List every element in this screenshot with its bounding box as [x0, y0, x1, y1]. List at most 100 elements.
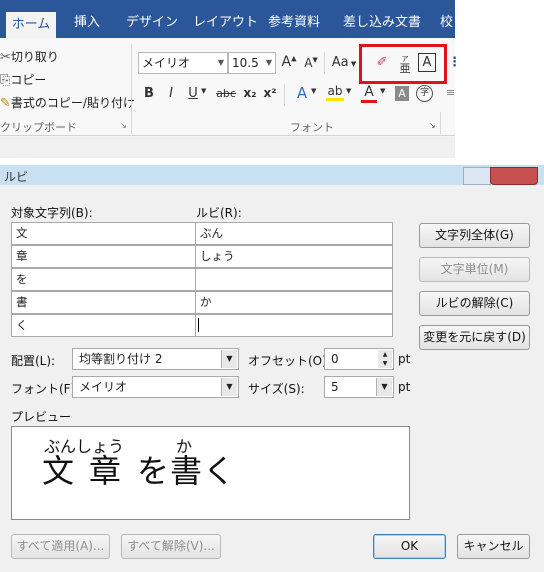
- chevron-down-icon[interactable]: ▼: [311, 87, 316, 95]
- preview-char-ku: く: [203, 452, 236, 490]
- base-text-cell[interactable]: 章: [11, 245, 196, 268]
- paintbrush-icon: ✎: [0, 96, 11, 111]
- character-shading-button[interactable]: A: [395, 86, 409, 101]
- clipboard-group-label: クリップボード: [0, 121, 77, 134]
- copy-button[interactable]: ⎘コピー: [0, 71, 46, 88]
- highlight-button[interactable]: ab: [326, 84, 344, 101]
- preview-char-wo: を: [137, 452, 170, 490]
- preview-char-kaku: 書: [170, 452, 203, 490]
- font-color-button[interactable]: A: [361, 84, 377, 103]
- tab-references[interactable]: 参考資料: [268, 0, 320, 38]
- base-text-cell[interactable]: を: [11, 268, 196, 291]
- font-select[interactable]: メイリオ ▼: [72, 376, 239, 398]
- shrink-font-button[interactable]: A▼: [302, 56, 320, 70]
- superscript-button[interactable]: x²: [262, 86, 278, 100]
- apply-all-button[interactable]: すべて適用(A)...: [11, 534, 110, 559]
- base-text-cell[interactable]: く: [11, 314, 196, 337]
- chevron-down-icon[interactable]: ▼: [380, 87, 385, 95]
- ruby-text-cell[interactable]: [195, 268, 393, 291]
- font-name-combo[interactable]: メイリオ ▼: [138, 52, 228, 74]
- divider: [284, 84, 285, 106]
- alignment-label: 配置(L):: [11, 354, 56, 368]
- format-painter-button[interactable]: ✎書式のコピー/貼り付け: [0, 94, 135, 111]
- text-effects-button[interactable]: A: [292, 84, 312, 102]
- font-label: フォント(F):: [11, 382, 80, 396]
- font-color-icon: A: [364, 84, 374, 100]
- preview-char-bun: 文: [42, 452, 75, 490]
- size-select[interactable]: 5 ▼: [324, 376, 394, 398]
- document-area-strip: [0, 137, 455, 158]
- clipboard-launcher-icon[interactable]: ↘: [120, 121, 127, 130]
- ruby-text-cell[interactable]: か: [195, 291, 393, 314]
- alignment-select[interactable]: 均等割り付け 2 ▼: [72, 348, 239, 370]
- text-effects-icon: A: [296, 84, 308, 102]
- chevron-down-icon: ▼: [265, 58, 272, 67]
- ruby-text-cell[interactable]: ぶん: [195, 222, 393, 245]
- spin-down-icon[interactable]: ▼: [378, 359, 392, 368]
- ok-button[interactable]: OK: [373, 534, 446, 559]
- alignment-value: 均等割り付け 2: [79, 352, 163, 366]
- chevron-down-icon: ▼: [221, 378, 237, 396]
- cut-button[interactable]: ✂切り取り: [0, 48, 59, 65]
- italic-button[interactable]: I: [164, 86, 178, 101]
- font-launcher-icon[interactable]: ↘: [429, 121, 436, 130]
- size-label: サイズ(S):: [248, 382, 305, 396]
- base-text-cell[interactable]: 書: [11, 291, 196, 314]
- base-text-label: 対象文字列(B):: [11, 206, 93, 220]
- font-name-value: メイリオ: [142, 56, 191, 70]
- chevron-down-icon: ▼: [376, 378, 392, 396]
- remove-all-button[interactable]: すべて解除(V)...: [121, 534, 221, 559]
- tab-review[interactable]: 校: [440, 0, 453, 38]
- offset-value: 0: [331, 352, 339, 366]
- change-case-button[interactable]: Aa ▼: [330, 55, 358, 70]
- grow-font-button[interactable]: A▲: [280, 54, 298, 70]
- ruby-text-cell[interactable]: しょう: [195, 245, 393, 268]
- restore-default-button[interactable]: 変更を元に戻す(D): [419, 325, 530, 350]
- offset-spinner[interactable]: 0 ▲ ▼: [324, 348, 394, 370]
- strikethrough-button[interactable]: abc: [214, 87, 238, 100]
- tab-design[interactable]: デザイン: [126, 0, 178, 38]
- spin-up-icon[interactable]: ▲: [378, 350, 392, 359]
- underline-button[interactable]: U: [186, 86, 200, 101]
- paragraph-icon[interactable]: ≡: [446, 86, 455, 99]
- tab-home[interactable]: ホーム: [6, 12, 56, 38]
- group-divider: [440, 112, 441, 134]
- font-group-label: フォント: [290, 121, 334, 134]
- offset-unit: pt: [398, 352, 411, 366]
- tab-insert[interactable]: 挿入: [74, 0, 100, 38]
- font-value: メイリオ: [79, 380, 128, 394]
- grow-font-icon: A: [281, 54, 292, 70]
- font-size-combo[interactable]: 10.5 ▼: [228, 52, 276, 74]
- more-options-icon[interactable]: ⋮: [448, 55, 461, 70]
- divider: [324, 52, 325, 74]
- chevron-down-icon: ▼: [221, 350, 237, 368]
- highlighter-icon: ab: [327, 84, 343, 98]
- text-cursor: [198, 318, 199, 332]
- group-divider: [131, 44, 132, 134]
- tab-mailings[interactable]: 差し込み文書: [343, 0, 421, 38]
- group-all-button[interactable]: 文字列全体(G): [419, 223, 530, 248]
- enclose-characters-button[interactable]: 字: [416, 85, 433, 102]
- remove-ruby-button[interactable]: ルビの解除(C): [419, 291, 530, 316]
- cancel-button[interactable]: キャンセル: [457, 534, 530, 559]
- tab-layout[interactable]: レイアウト: [193, 0, 258, 38]
- size-unit: pt: [398, 380, 411, 394]
- chevron-down-icon[interactable]: ▼: [201, 87, 206, 95]
- preview-label: プレビュー: [11, 410, 72, 424]
- bold-button[interactable]: B: [142, 86, 156, 101]
- change-case-icon: Aa: [331, 55, 349, 70]
- cut-label: 切り取り: [10, 50, 59, 64]
- copy-label: コピー: [10, 73, 47, 87]
- chevron-down-icon[interactable]: ▼: [346, 87, 351, 95]
- preview-char-shou: 章: [89, 452, 122, 490]
- copy-icon: ⎘: [0, 73, 11, 88]
- scissors-icon: ✂: [0, 50, 11, 65]
- font-size-value: 10.5: [232, 56, 259, 70]
- close-button[interactable]: [490, 167, 538, 185]
- subscript-button[interactable]: x₂: [242, 86, 258, 100]
- mono-button[interactable]: 文字単位(M): [419, 257, 530, 282]
- help-button[interactable]: [463, 167, 491, 185]
- size-value: 5: [331, 380, 339, 394]
- ruby-text-cell[interactable]: [195, 314, 393, 337]
- base-text-cell[interactable]: 文: [11, 222, 196, 245]
